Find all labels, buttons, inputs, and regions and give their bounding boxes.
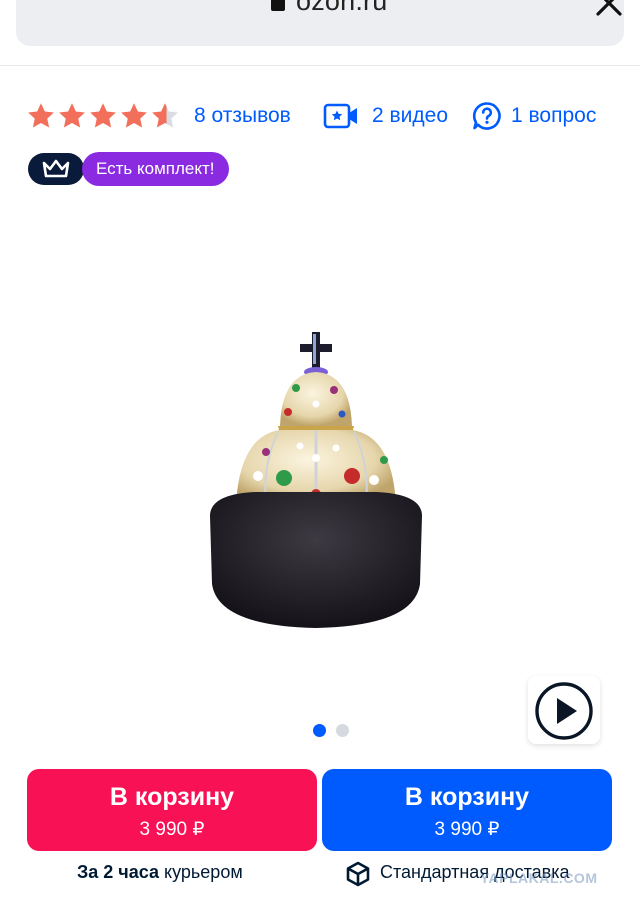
express-delivery-info: За 2 часа курьером (77, 862, 243, 883)
browser-bar: ozon.ru (0, 0, 640, 66)
questions-link[interactable]: 1 вопрос (511, 104, 596, 128)
videos-link[interactable]: 2 видео (372, 104, 448, 128)
cart-button-label: В корзину (404, 783, 530, 811)
gallery-dots (313, 724, 349, 737)
question-icon[interactable] (472, 101, 502, 131)
product-image[interactable] (196, 326, 436, 636)
rating-stars[interactable] (26, 101, 180, 131)
star-icon (90, 103, 116, 128)
watermark: YAPLAKAL.COM (480, 870, 598, 886)
cart-button-price: 3 990 ₽ (139, 819, 205, 840)
url-text: ozon.ru (296, 0, 388, 16)
half-star-icon (152, 103, 178, 128)
play-icon (535, 682, 593, 740)
add-to-cart-button[interactable]: В корзину 3 990 ₽ (322, 769, 612, 851)
star-icon (59, 103, 85, 128)
box-icon (346, 861, 370, 887)
close-icon[interactable] (594, 0, 624, 18)
play-video-button[interactable] (528, 676, 600, 744)
star-icon (121, 103, 147, 128)
video-icon[interactable] (323, 102, 359, 130)
cart-button-label: В корзину (109, 783, 235, 811)
kit-badge[interactable]: Есть комплект! (82, 152, 229, 186)
express-delivery-method: курьером (164, 862, 243, 882)
star-icon (28, 103, 54, 128)
gallery-dot[interactable] (336, 724, 349, 737)
stats-row: 8 отзывов 2 видео 1 вопрос (26, 100, 626, 136)
cart-button-price: 3 990 ₽ (434, 819, 500, 840)
crown-icon (42, 159, 70, 178)
address-bar[interactable]: ozon.ru (16, 0, 624, 46)
add-to-cart-express-button[interactable]: В корзину 3 990 ₽ (27, 769, 317, 851)
premium-badge (28, 153, 84, 185)
express-delivery-time: За 2 часа (77, 862, 160, 882)
gallery-dot-active[interactable] (313, 724, 326, 737)
lock-icon (271, 0, 285, 11)
reviews-link[interactable]: 8 отзывов (194, 104, 291, 128)
